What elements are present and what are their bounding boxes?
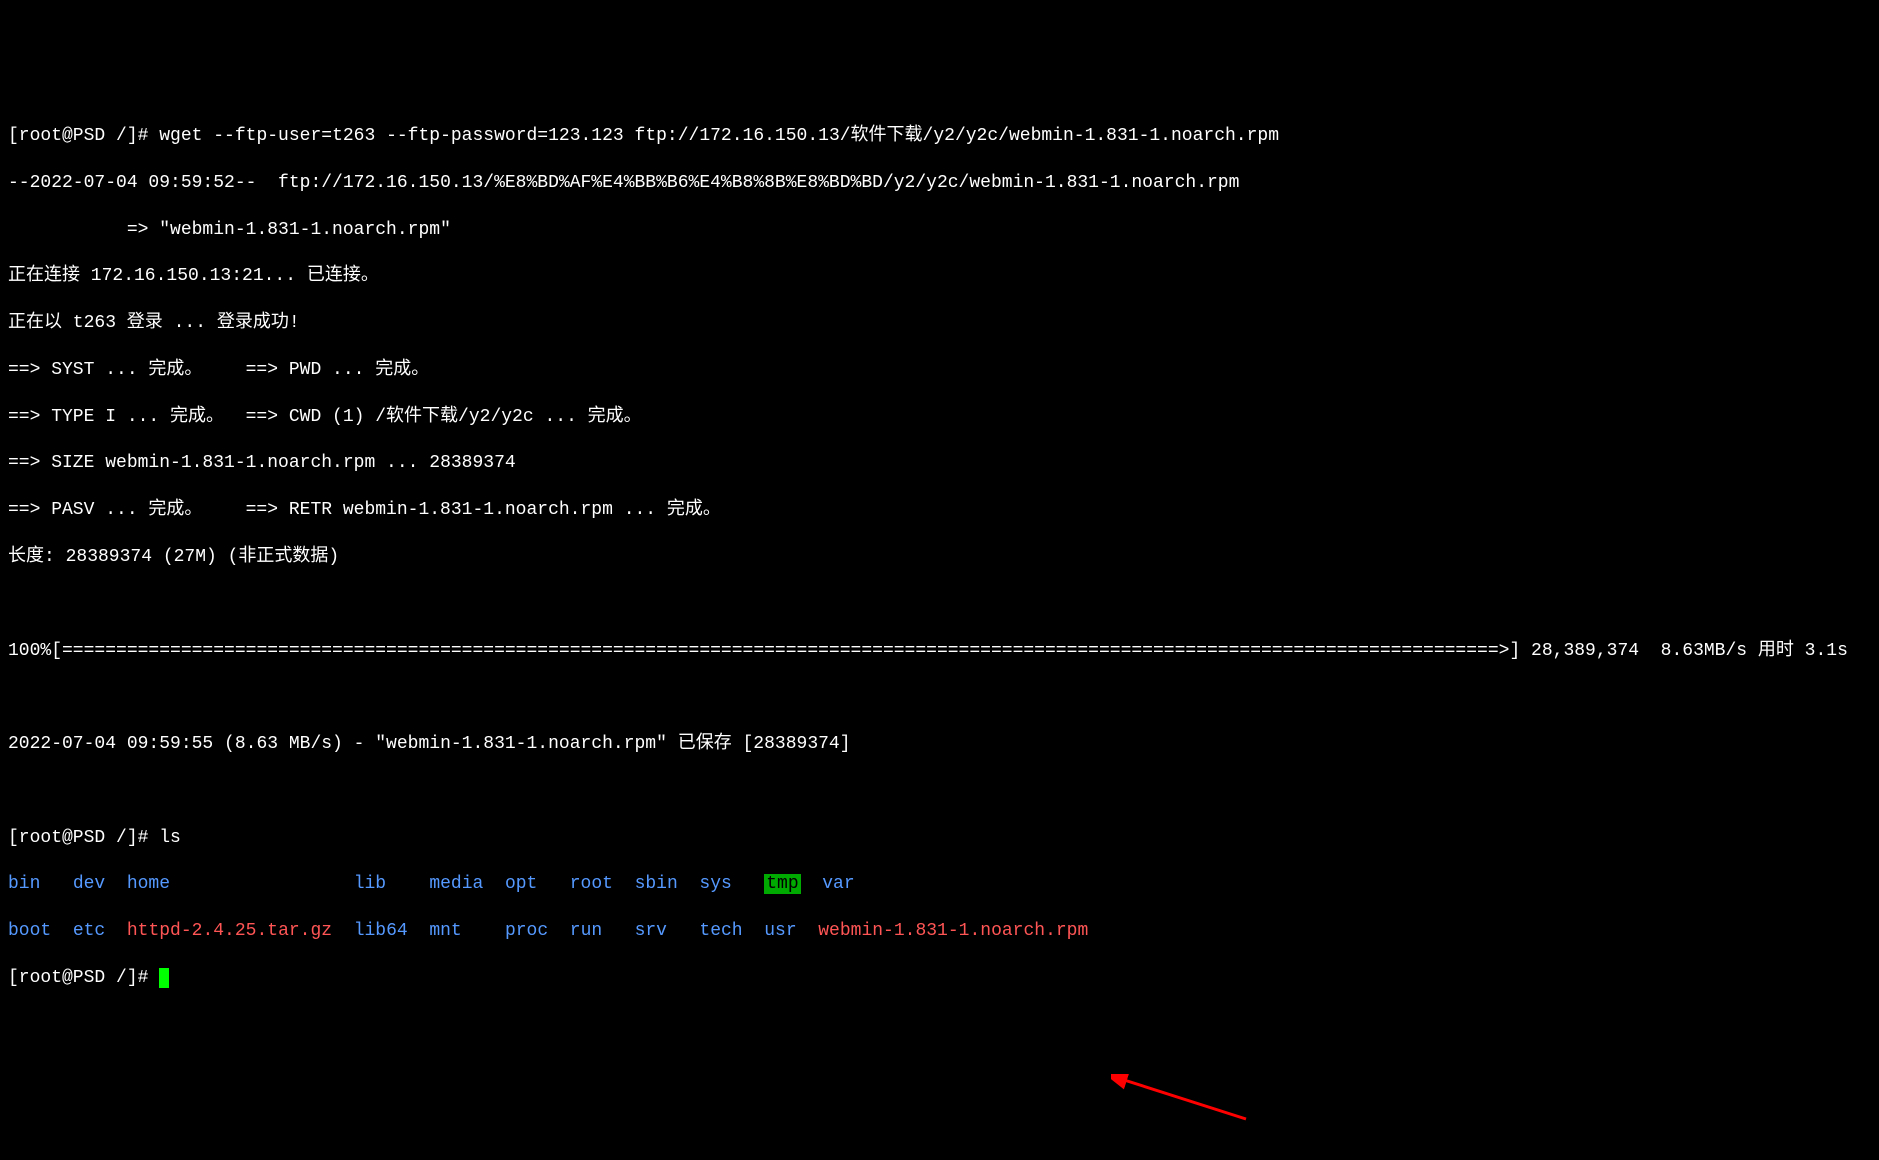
shell-prompt: [root@PSD /]#: [8, 828, 159, 848]
wget-output-type: ==> TYPE I ... 完成。 ==> CWD (1) /软件下载/y2/…: [8, 406, 1871, 429]
command-line-3[interactable]: [root@PSD /]#: [8, 967, 1871, 990]
dir-opt: opt: [505, 874, 537, 894]
cursor-icon: [159, 968, 169, 988]
command-line-2: [root@PSD /]# ls: [8, 827, 1871, 850]
shell-prompt: [root@PSD /]#: [8, 126, 159, 146]
blank-line: [8, 686, 1871, 709]
annotation-arrow-container: [8, 1061, 1871, 1101]
dir-srv: srv: [635, 921, 667, 941]
ls-command: ls: [159, 828, 181, 848]
wget-output-length: 长度: 28389374 (27M) (非正式数据): [8, 546, 1871, 569]
dir-sys: sys: [699, 874, 731, 894]
wget-command: wget --ftp-user=t263 --ftp-password=123.…: [159, 126, 1279, 146]
wget-output-login: 正在以 t263 登录 ... 登录成功!: [8, 312, 1871, 335]
dir-home: home: [127, 874, 170, 894]
wget-output-size: ==> SIZE webmin-1.831-1.noarch.rpm ... 2…: [8, 452, 1871, 475]
dir-usr: usr: [764, 921, 796, 941]
dir-lib64: lib64: [354, 921, 408, 941]
dir-bin: bin: [8, 874, 40, 894]
terminal-output: [root@PSD /]# wget --ftp-user=t263 --ftp…: [8, 102, 1871, 1014]
command-line-1: [root@PSD /]# wget --ftp-user=t263 --ftp…: [8, 125, 1871, 148]
wget-output-syst: ==> SYST ... 完成。 ==> PWD ... 完成。: [8, 359, 1871, 382]
dir-media: media: [429, 874, 483, 894]
dir-mnt: mnt: [429, 921, 461, 941]
progress-bar: 100%[===================================…: [8, 640, 1871, 663]
dir-run: run: [570, 921, 602, 941]
ls-output-row-2: boot etc httpd-2.4.25.tar.gz lib64 mnt p…: [8, 920, 1871, 943]
dir-proc: proc: [505, 921, 548, 941]
dir-tech: tech: [699, 921, 742, 941]
dir-lib: lib: [354, 874, 386, 894]
wget-output-url: --2022-07-04 09:59:52-- ftp://172.16.150…: [8, 172, 1871, 195]
file-webmin: webmin-1.831-1.noarch.rpm: [818, 921, 1088, 941]
blank-line: [8, 593, 1871, 616]
dir-dev: dev: [73, 874, 105, 894]
ls-output-row-1: bin dev home lib media opt root sbin sys…: [8, 873, 1871, 896]
dir-tmp: tmp: [764, 874, 800, 894]
wget-output-pasv: ==> PASV ... 完成。 ==> RETR webmin-1.831-1…: [8, 499, 1871, 522]
wget-output-connecting: 正在连接 172.16.150.13:21... 已连接。: [8, 265, 1871, 288]
dir-boot: boot: [8, 921, 51, 941]
shell-prompt: [root@PSD /]#: [8, 968, 159, 988]
dir-var: var: [822, 874, 854, 894]
wget-output-target: => "webmin-1.831-1.noarch.rpm": [8, 219, 1871, 242]
dir-sbin: sbin: [635, 874, 678, 894]
wget-summary: 2022-07-04 09:59:55 (8.63 MB/s) - "webmi…: [8, 733, 1871, 756]
blank-line: [8, 780, 1871, 803]
dir-etc: etc: [73, 921, 105, 941]
file-httpd: httpd-2.4.25.tar.gz: [127, 921, 332, 941]
red-arrow-annotation: [1068, 1051, 1251, 1156]
dir-root: root: [570, 874, 613, 894]
